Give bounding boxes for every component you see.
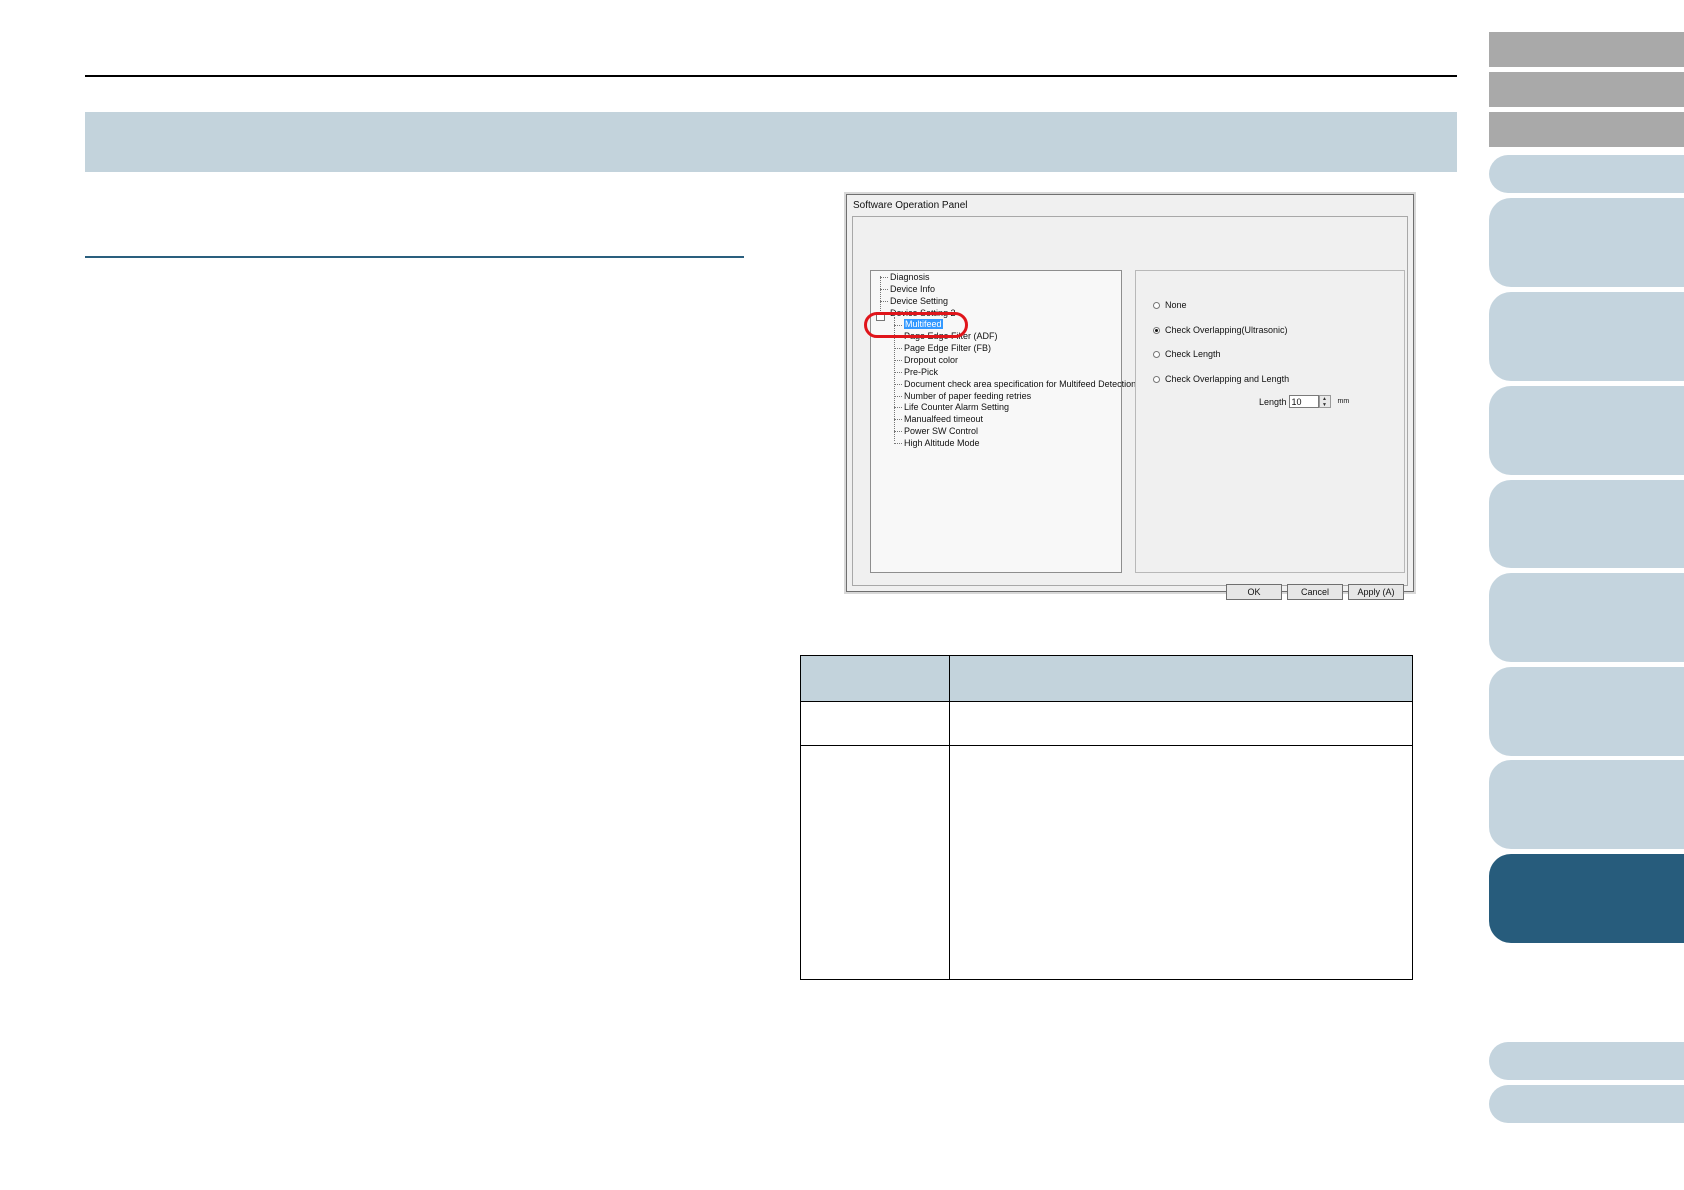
radio-button-icon[interactable]: [1153, 375, 1160, 383]
tree-item[interactable]: Document check area specification for Mu…: [894, 379, 1136, 390]
radio-option-label: None: [1165, 300, 1187, 310]
nav-tab-top-2[interactable]: [1489, 72, 1684, 107]
multifeed-options-pane: None Check Overlapping(Ultrasonic) Check L…: [1135, 270, 1405, 573]
tree-item-label: Life Counter Alarm Setting: [904, 402, 1010, 413]
radio-option-label: Check Length: [1165, 349, 1221, 359]
table-row: [801, 701, 1412, 746]
tree-connector: [894, 395, 902, 397]
tree-item[interactable]: Dropout color: [894, 355, 958, 366]
radio-option[interactable]: Check Overlapping(Ultrasonic): [1153, 325, 1288, 335]
tree-connector: [894, 419, 902, 421]
tree-item-label: Number of paper feeding retries: [904, 390, 1032, 401]
nav-tab-6[interactable]: [1489, 573, 1684, 662]
radio-option[interactable]: None: [1153, 300, 1187, 310]
tree-connector: [894, 360, 902, 362]
tree-item[interactable]: Page Edge Filter (FB): [894, 343, 991, 354]
nav-tab-active[interactable]: [1489, 854, 1684, 943]
tree-item[interactable]: Device Info: [880, 284, 935, 295]
tree-item-label: Dropout color: [904, 354, 959, 365]
tree-item-label: Diagnosis: [890, 272, 930, 282]
highlight-circle: [864, 312, 968, 338]
tree-connector: [894, 348, 902, 350]
tree-item-label: Device Info: [890, 283, 936, 294]
radio-button-icon[interactable]: [1153, 350, 1160, 358]
radio-option[interactable]: Check Overlapping and Length: [1153, 374, 1289, 384]
section-rule: [85, 256, 744, 258]
radio-button-icon[interactable]: [1153, 326, 1160, 334]
tree-item[interactable]: Number of paper feeding retries: [894, 391, 1031, 402]
nav-tab-2[interactable]: [1489, 198, 1684, 287]
tree-item-label: Document check area specification for Mu…: [904, 378, 1137, 389]
header-rule: [85, 75, 1457, 77]
tree-connector: [894, 431, 902, 433]
tree-item-label: Page Edge Filter (FB): [904, 343, 992, 354]
tree-connector: [880, 288, 888, 290]
length-row: Length 10 ▲ ▼ mm: [1259, 395, 1349, 408]
length-spinner-icon[interactable]: ▲ ▼: [1318, 395, 1331, 408]
tree-connector: [894, 371, 902, 373]
nav-tab-5[interactable]: [1489, 480, 1684, 568]
dialog-title: Software Operation Panel: [853, 200, 968, 211]
table-header: [801, 656, 1412, 702]
tree-item-label: High Altitude Mode: [904, 437, 980, 448]
radio-button-icon[interactable]: [1153, 301, 1160, 309]
software-operation-panel-dialog: Software Operation Panel − Diagnosis Devi…: [846, 194, 1414, 600]
settings-table: [800, 655, 1413, 980]
tree-item[interactable]: Diagnosis: [880, 272, 930, 283]
tree-item[interactable]: Pre-Pick: [894, 367, 938, 378]
nav-tab-bottom-1[interactable]: [1489, 1042, 1684, 1080]
radio-option[interactable]: Check Length: [1153, 349, 1221, 359]
tree-connector: [894, 383, 902, 385]
nav-tab-bottom-2[interactable]: [1489, 1085, 1684, 1123]
nav-tab-4[interactable]: [1489, 386, 1684, 475]
nav-tab-8[interactable]: [1489, 760, 1684, 849]
tree-item[interactable]: High Altitude Mode: [894, 438, 980, 449]
tree-connector: [880, 300, 888, 302]
radio-option-label: Check Overlapping(Ultrasonic): [1165, 325, 1288, 335]
table-column-divider: [949, 656, 950, 979]
tree-item[interactable]: Device Setting: [880, 296, 948, 307]
tree-item[interactable]: Manualfeed timeout: [894, 414, 983, 425]
length-input[interactable]: 10: [1288, 395, 1319, 408]
cancel-button[interactable]: Cancel: [1287, 584, 1343, 600]
length-unit: mm: [1337, 398, 1350, 405]
nav-tab-1[interactable]: [1489, 155, 1684, 193]
tree-item-label: Manualfeed timeout: [904, 414, 984, 425]
nav-tab-3[interactable]: [1489, 292, 1684, 381]
radio-option-label: Check Overlapping and Length: [1165, 374, 1290, 384]
tree-item[interactable]: Life Counter Alarm Setting: [894, 402, 1009, 413]
page-title-band: [85, 112, 1457, 172]
tree-connector: [894, 443, 902, 445]
ok-button[interactable]: OK: [1226, 584, 1282, 600]
apply-button[interactable]: Apply (A): [1348, 584, 1404, 600]
tree-item[interactable]: Power SW Control: [894, 426, 978, 437]
tree-connector: [894, 407, 902, 409]
nav-tab-top-3[interactable]: [1489, 112, 1684, 147]
length-label: Length: [1259, 396, 1287, 407]
tree-item-label: Device Setting: [890, 295, 949, 306]
tree-item-label: Pre-Pick: [904, 366, 939, 377]
nav-tab-top-1[interactable]: [1489, 32, 1684, 67]
tree-item-label: Power SW Control: [904, 426, 979, 437]
nav-tab-7[interactable]: [1489, 667, 1684, 756]
dialog-body: − Diagnosis Device Info Device Setting Devi…: [852, 216, 1408, 600]
tree-connector: [880, 277, 888, 279]
